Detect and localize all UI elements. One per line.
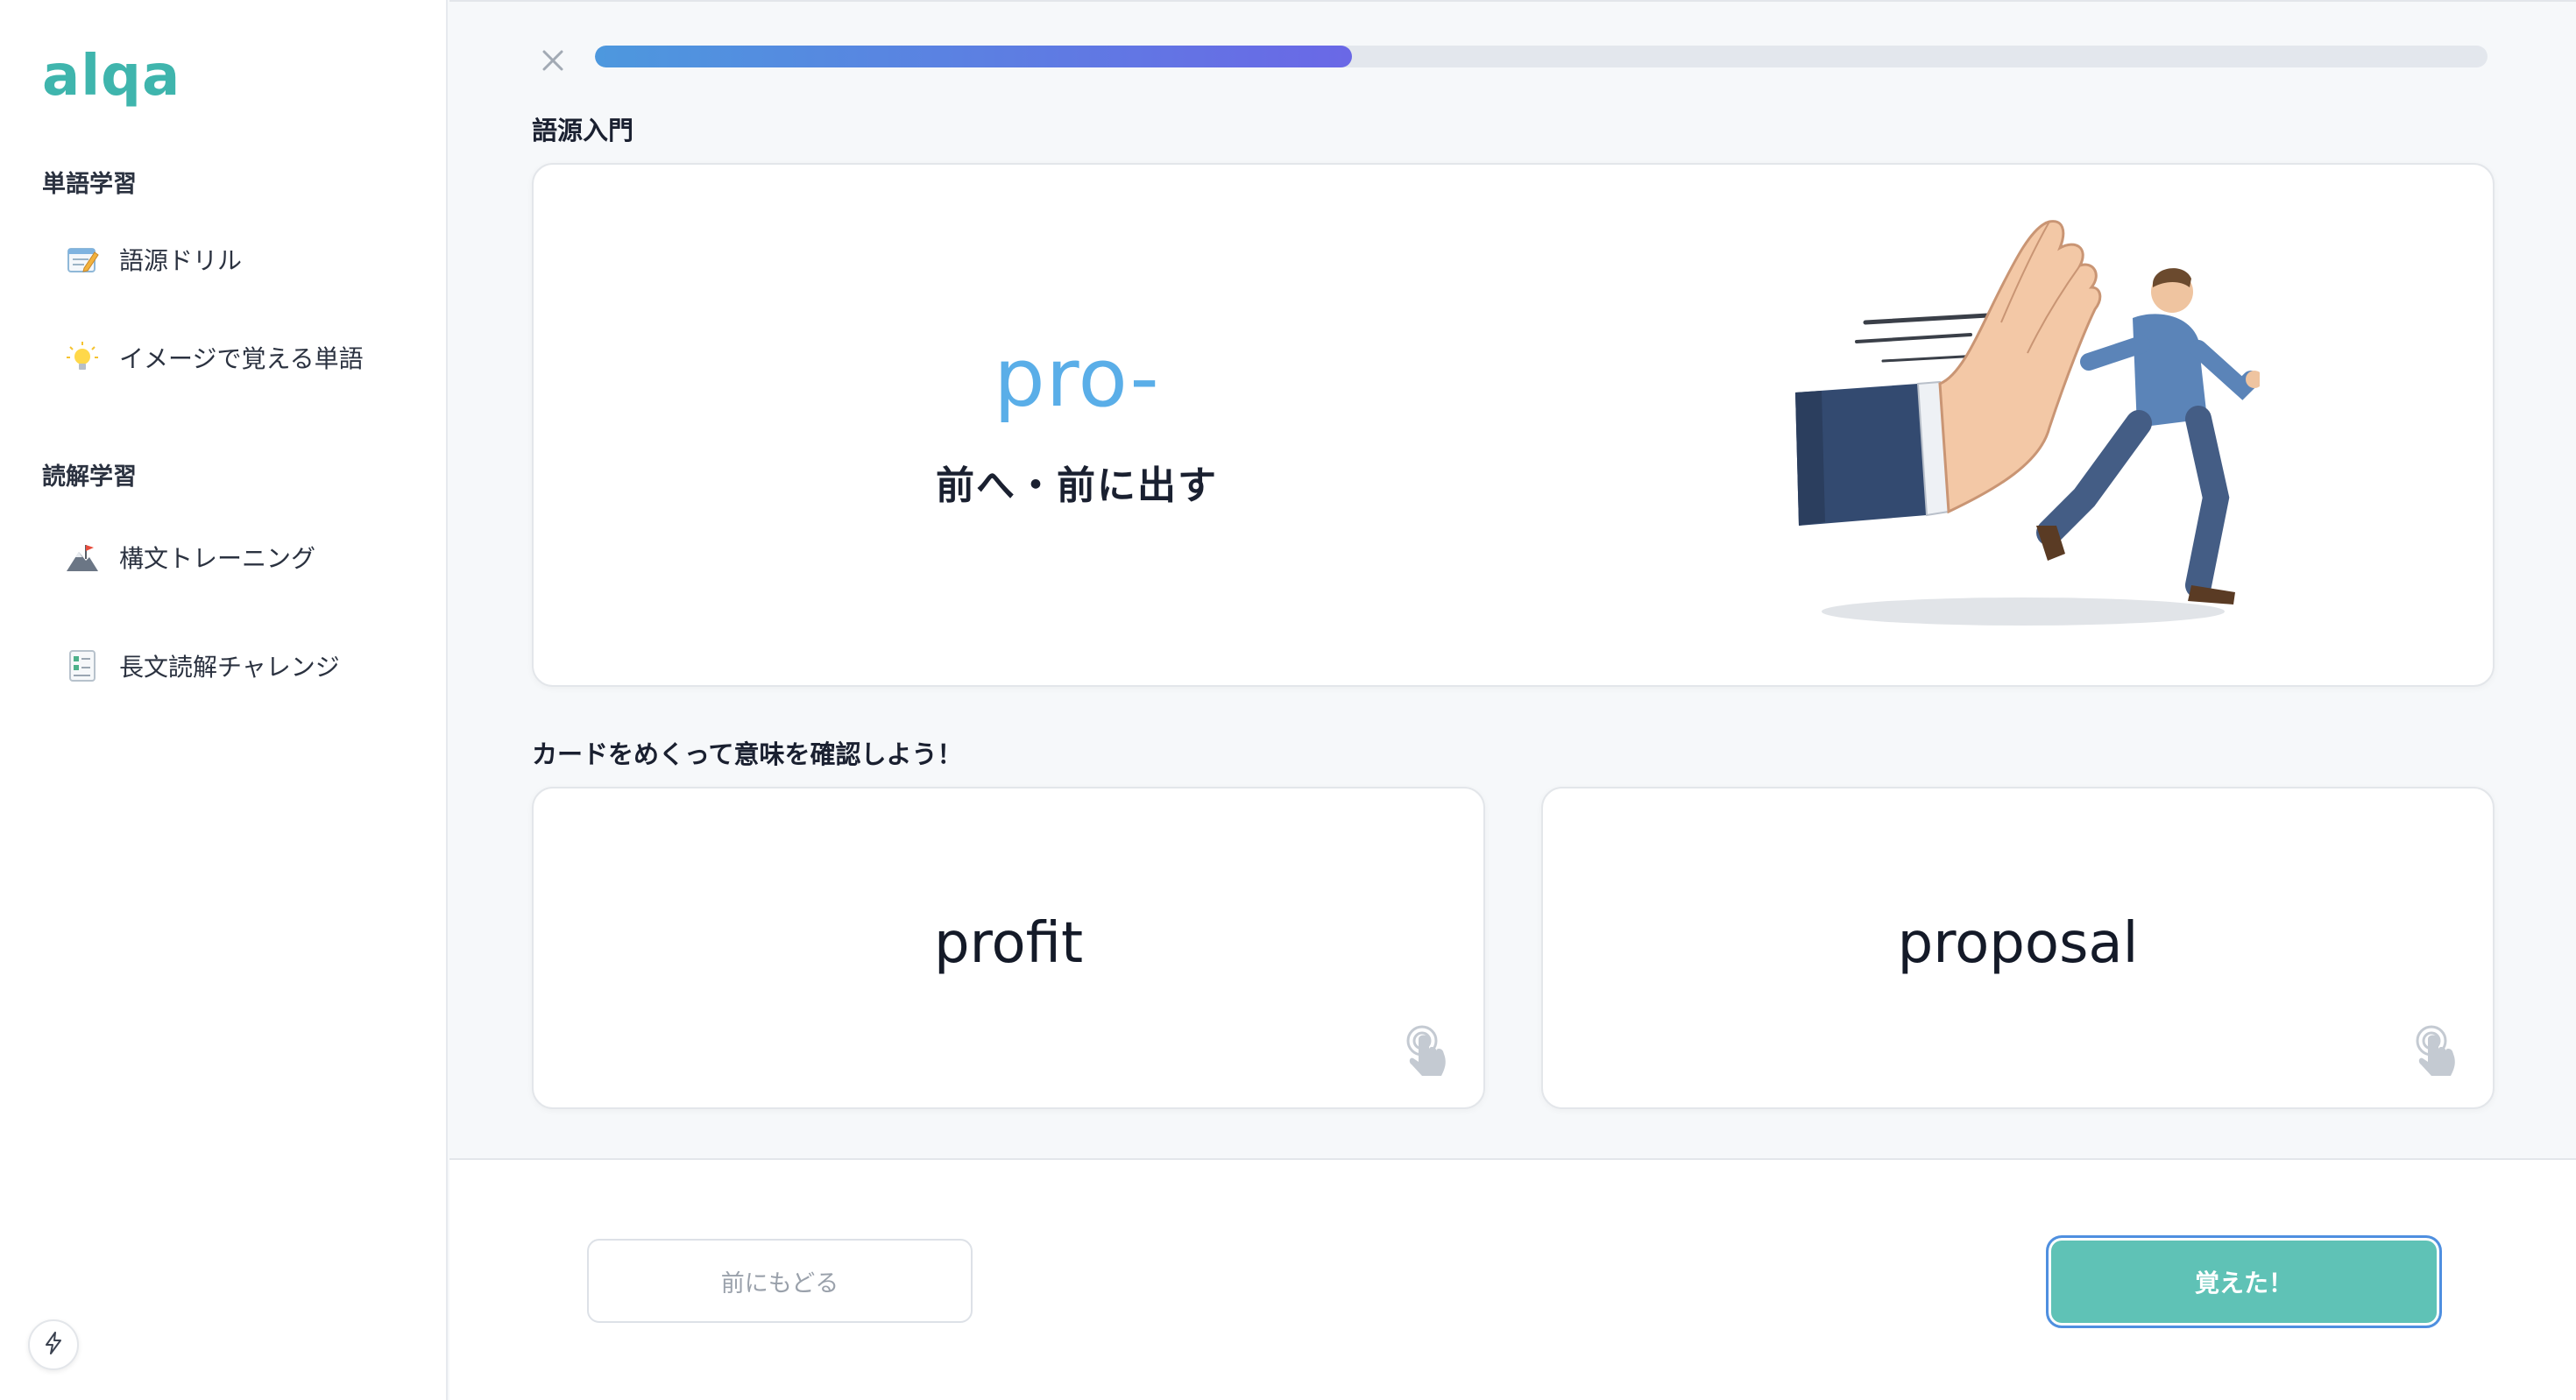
tap-hand-icon	[1406, 1025, 1446, 1076]
top-divider	[449, 0, 2576, 2]
footer-bar: 前にもどる 覚えた！	[449, 1158, 2576, 1400]
sidebar-item-label: 語源ドリル	[119, 246, 243, 275]
mountain-flag-icon	[63, 538, 102, 576]
word-text: profit	[933, 911, 1084, 976]
progress-fill	[595, 46, 1352, 67]
lightbulb-icon	[63, 338, 102, 377]
close-button[interactable]	[533, 42, 573, 82]
main-content: 語源入門 pro- 前へ・前に出す カードをめくって意味を確認しよう！ prof…	[449, 0, 2576, 1400]
sidebar-item-etymology-drill[interactable]: 語源ドリル	[63, 231, 431, 287]
app-logo[interactable]: alqa	[42, 44, 180, 109]
prefix-meaning: 前へ・前に出す	[936, 463, 1218, 508]
sidebar: alqa 単語学習 語源ドリル イメージで覚える単語 読解学習 構文トレーニング…	[0, 0, 448, 1400]
sidebar-item-label: 長文読解チャレンジ	[119, 653, 340, 682]
section-title-reading: 読解学習	[42, 463, 137, 491]
lightning-icon	[41, 1331, 66, 1359]
sidebar-item-syntax-training[interactable]: 構文トレーニング	[63, 529, 431, 585]
back-button[interactable]: 前にもどる	[587, 1239, 973, 1323]
word-card-1[interactable]: profit	[532, 787, 1485, 1109]
sidebar-item-image-words[interactable]: イメージで覚える単語	[63, 329, 431, 385]
prefix-text: pro-	[994, 331, 1160, 425]
lesson-title: 語源入門	[532, 116, 634, 145]
memorized-button[interactable]: 覚えた！	[2046, 1235, 2442, 1328]
sidebar-item-long-reading-challenge[interactable]: 長文読解チャレンジ	[63, 638, 431, 694]
app: alqa 単語学習 語源ドリル イメージで覚える単語 読解学習 構文トレーニング…	[0, 0, 2576, 1400]
word-text: proposal	[1897, 911, 2139, 976]
checklist-icon	[63, 647, 102, 685]
instruction-text: カードをめくって意味を確認しよう！	[532, 739, 963, 769]
tap-hand-icon	[2416, 1025, 2455, 1076]
word-card-2[interactable]: proposal	[1541, 787, 2495, 1109]
prefix-card: pro- 前へ・前に出す	[532, 163, 2495, 687]
hand-pushing-man-illustration	[1795, 220, 2260, 626]
sidebar-item-label: イメージで覚える単語	[119, 344, 364, 373]
progress-bar	[595, 46, 2488, 67]
section-title-vocabulary: 単語学習	[42, 171, 137, 198]
quick-action-button[interactable]	[28, 1319, 79, 1370]
close-icon	[541, 49, 564, 75]
memo-icon	[63, 240, 102, 279]
sidebar-item-label: 構文トレーニング	[119, 544, 316, 573]
